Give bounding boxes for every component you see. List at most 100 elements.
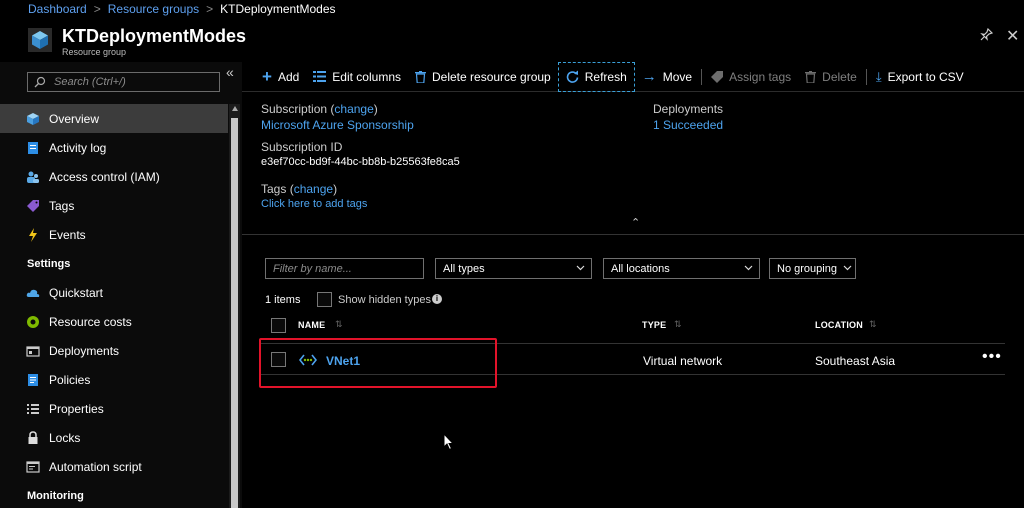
subscription-id-value: e3ef70cc-bd9f-44bc-bb8b-b25563fe8ca5 xyxy=(261,156,460,168)
breadcrumb-resource-groups-link[interactable]: Resource groups xyxy=(108,2,199,16)
command-bar: + Add Edit columns Delete resource group… xyxy=(242,61,1024,92)
sidebar-item-label: Activity log xyxy=(49,140,107,155)
sidebar-item-activity-log[interactable]: Activity log xyxy=(0,133,228,162)
sort-icon[interactable]: ⇅ xyxy=(869,319,877,330)
breadcrumb-separator: > xyxy=(93,2,101,16)
delete-label: Delete xyxy=(822,69,857,84)
sort-icon[interactable]: ⇅ xyxy=(674,319,682,330)
assign-tags-label: Assign tags xyxy=(729,69,792,84)
page-subtitle: Resource group xyxy=(62,47,127,57)
sidebar-item-label: Automation script xyxy=(49,459,142,474)
sidebar-item-label: Events xyxy=(49,227,86,242)
sidebar-item-tags[interactable]: Tags xyxy=(0,191,228,220)
collapse-sidebar-icon[interactable]: « xyxy=(226,64,234,80)
sidebar-item-properties[interactable]: Properties xyxy=(0,394,228,423)
properties-list-icon xyxy=(27,403,39,414)
breadcrumb-current: KTDeploymentModes xyxy=(220,2,336,16)
activity-log-icon xyxy=(28,141,38,154)
trash-icon xyxy=(415,70,426,83)
cost-circle-icon xyxy=(27,315,39,328)
pin-icon[interactable] xyxy=(980,27,994,42)
sidebar-item-automation-script[interactable]: Automation script xyxy=(0,452,228,481)
more-options-icon[interactable]: ••• xyxy=(982,348,1002,366)
types-dropdown-value: All types xyxy=(443,262,485,275)
resource-location: Southeast Asia xyxy=(815,354,896,368)
page-title: KTDeploymentModes xyxy=(62,26,247,46)
sidebar-item-locks[interactable]: Locks xyxy=(0,423,228,452)
resource-type: Virtual network xyxy=(643,354,723,368)
refresh-icon xyxy=(566,70,579,83)
sidebar-item-label: Access control (IAM) xyxy=(49,169,160,184)
people-icon xyxy=(27,171,39,183)
column-header-type[interactable]: TYPE xyxy=(642,320,666,330)
sidebar-item-policies[interactable]: Policies xyxy=(0,365,228,394)
sidebar-item-events[interactable]: Events xyxy=(0,220,228,249)
tags-label-text: Tags xyxy=(261,182,287,196)
locations-dropdown[interactable]: All locations xyxy=(603,258,760,279)
essentials-divider xyxy=(242,234,1024,235)
close-icon[interactable]: ✕ xyxy=(1006,26,1019,46)
sidebar: Search (Ctrl+/) « Overview Activity log … xyxy=(0,62,242,508)
edit-columns-label: Edit columns xyxy=(332,69,401,84)
section-monitoring: Monitoring xyxy=(27,489,84,502)
arrow-right-icon: → xyxy=(641,68,657,85)
filter-by-name-input[interactable]: Filter by name... xyxy=(265,258,424,279)
edit-columns-button[interactable]: Edit columns xyxy=(306,62,408,92)
sidebar-search-input[interactable]: Search (Ctrl+/) xyxy=(27,72,220,92)
trash-icon xyxy=(805,70,817,83)
breadcrumb-dashboard-link[interactable]: Dashboard xyxy=(28,2,87,16)
toolbar-divider xyxy=(701,68,703,85)
chevron-down-icon xyxy=(744,265,753,271)
scrollbar-thumb[interactable] xyxy=(231,118,238,508)
sort-icon[interactable]: ⇅ xyxy=(335,319,343,330)
types-dropdown[interactable]: All types xyxy=(435,258,592,279)
column-header-location[interactable]: LOCATION xyxy=(815,320,863,330)
subscription-value-link[interactable]: Microsoft Azure Sponsorship xyxy=(261,118,414,132)
add-label: Add xyxy=(277,69,300,84)
sidebar-item-overview[interactable]: Overview xyxy=(0,104,228,133)
highlight-annotation xyxy=(259,338,497,388)
grouping-dropdown[interactable]: No grouping xyxy=(769,258,856,279)
cloud-icon xyxy=(26,289,40,297)
move-label: Move xyxy=(662,69,693,84)
sidebar-scrollbar[interactable] xyxy=(229,104,240,508)
chevron-down-icon xyxy=(843,265,852,271)
select-all-checkbox[interactable] xyxy=(271,318,286,333)
info-icon[interactable]: i xyxy=(432,294,442,304)
deployments-value-link[interactable]: 1 Succeeded xyxy=(653,118,723,132)
delete-resource-group-button[interactable]: Delete resource group xyxy=(408,62,558,92)
sidebar-item-label: Overview xyxy=(49,111,100,126)
sidebar-item-deployments[interactable]: Deployments xyxy=(0,336,228,365)
move-button[interactable]: → Move xyxy=(635,62,699,92)
collapse-essentials-icon[interactable]: ⌃ xyxy=(631,216,640,229)
grouping-dropdown-value: No grouping xyxy=(777,262,837,275)
search-icon xyxy=(34,76,46,88)
delete-button[interactable]: Delete xyxy=(798,62,864,92)
scroll-up-arrow-icon[interactable] xyxy=(232,106,238,111)
deployments-label: Deployments xyxy=(653,102,724,116)
sidebar-item-quickstart[interactable]: Quickstart xyxy=(0,278,228,307)
sidebar-item-label: Tags xyxy=(49,198,75,213)
mouse-cursor-icon xyxy=(443,433,455,451)
sidebar-item-label: Properties xyxy=(49,401,104,416)
change-subscription-link[interactable]: change xyxy=(334,102,373,116)
chevron-down-icon xyxy=(576,265,585,271)
subscription-label-text: Subscription xyxy=(261,102,328,116)
refresh-button[interactable]: Refresh xyxy=(557,61,635,92)
column-header-name[interactable]: NAME xyxy=(298,320,325,330)
sidebar-item-label: Resource costs xyxy=(49,314,132,329)
blade-header: KTDeploymentModes Resource group ✕ xyxy=(0,18,1024,62)
locations-dropdown-value: All locations xyxy=(611,262,670,275)
add-button[interactable]: + Add xyxy=(242,62,306,92)
sidebar-item-resource-costs[interactable]: Resource costs xyxy=(0,307,228,336)
show-hidden-types-checkbox[interactable] xyxy=(317,292,332,307)
tag-icon xyxy=(711,70,724,83)
add-tags-link[interactable]: Click here to add tags xyxy=(261,198,367,210)
subscription-id-label: Subscription ID xyxy=(261,140,343,154)
change-tags-link[interactable]: change xyxy=(294,182,333,196)
export-csv-button[interactable]: ⤓ Export to CSV xyxy=(869,62,971,92)
sidebar-item-access-control[interactable]: Access control (IAM) xyxy=(0,162,228,191)
lock-icon xyxy=(28,430,38,444)
assign-tags-button[interactable]: Assign tags xyxy=(704,62,798,92)
script-icon xyxy=(26,460,40,473)
